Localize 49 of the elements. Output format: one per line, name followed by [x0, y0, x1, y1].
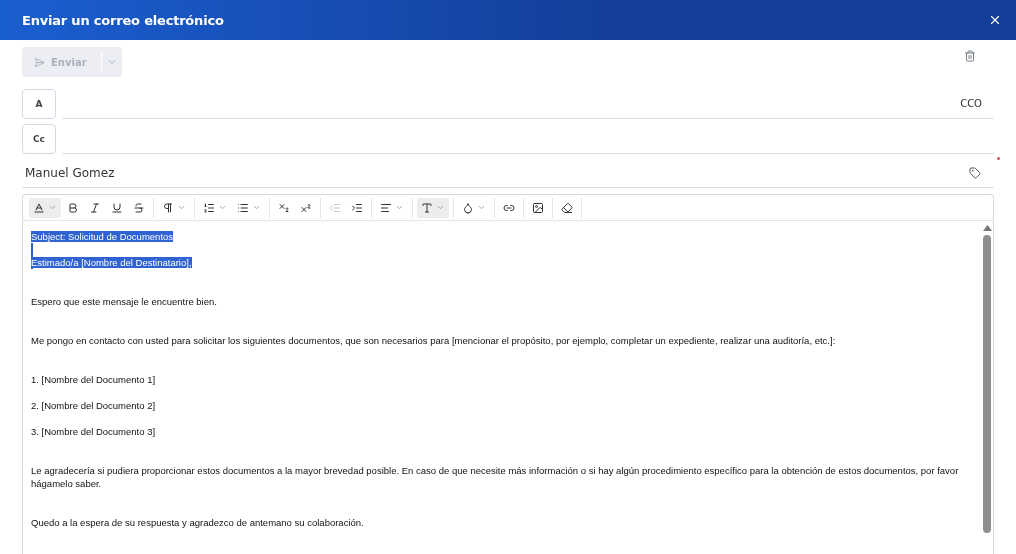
caret-icon: [48, 203, 57, 212]
caret-icon: [436, 203, 445, 212]
bold-icon: [67, 201, 79, 214]
strikethrough-icon: [133, 201, 145, 214]
scroll-up-icon[interactable]: [982, 225, 992, 231]
unordered-list-icon: [237, 201, 249, 214]
send-icon: [34, 56, 45, 68]
text-size-button[interactable]: [417, 197, 449, 218]
body-paragraph: Le agradecería si pudiera proporcionar estos documentos a la mayor brevedad posible. En caso de que necesite más información o si hay algún procedimiento específico para la obtención de estos documentos, por favor hágamelo saber.: [31, 464, 960, 490]
bcc-link[interactable]: CCO: [960, 98, 994, 109]
text-size-icon: [421, 201, 433, 214]
body-paragraph: 3. [Nombre del Documento 3]: [31, 425, 157, 438]
indent-icon: [351, 201, 363, 214]
eraser-icon: [561, 201, 573, 214]
window-title: Enviar un correo electrónico: [22, 12, 224, 28]
recipient-button[interactable]: A: [22, 89, 56, 119]
image-icon: [532, 201, 544, 214]
superscript-icon: [300, 201, 312, 214]
tag-icon: [969, 167, 981, 179]
caret-icon: [252, 203, 261, 212]
body-paragraph: 1. [Nombre del Documento 1]: [31, 373, 157, 386]
underline-icon: [111, 201, 123, 214]
font-color-icon: [33, 201, 45, 214]
delete-button[interactable]: [964, 50, 976, 62]
ordered-list-icon: [203, 201, 215, 214]
caret-icon: [218, 203, 227, 212]
paragraph-icon: [162, 201, 174, 214]
body-paragraph: Me pongo en contacto con usted para solicitar los siguientes documentos, que son necesarios para [mencionar el propósito, por ejemplo, completar un expediente, realizar una auditoría, etc.]:: [31, 334, 837, 347]
subject-field[interactable]: Manuel Gomez: [22, 166, 969, 180]
body-paragraph: Quedo a la espera de su respuesta y agradezco de antemano su colaboración.: [31, 516, 365, 529]
body-paragraph: Subject: Solicitud de Documentos: [31, 230, 175, 243]
close-icon: [988, 13, 1002, 27]
recipient-button[interactable]: Cc: [22, 124, 56, 154]
body-paragraph: Espero que este mensaje le encuentre bien.: [31, 295, 218, 308]
caret-icon: [395, 203, 404, 212]
close-button[interactable]: [988, 13, 1002, 27]
subscript-icon: [278, 201, 290, 214]
trash-icon: [964, 50, 976, 62]
body-paragraph: 2. [Nombre del Documento 2]: [31, 399, 157, 412]
fill-color-icon: [462, 201, 474, 214]
italic-icon: [89, 201, 101, 214]
caret-icon: [177, 203, 186, 212]
body-paragraph: Estimado/a [Nombre del Destinatario],: [31, 256, 193, 269]
scroll-thumb[interactable]: [983, 235, 991, 533]
align-icon: [380, 201, 392, 214]
caret-icon: [477, 203, 486, 212]
recipient-field[interactable]: CCO: [62, 89, 994, 119]
font-color-button[interactable]: [29, 197, 61, 218]
outdent-icon: [329, 201, 341, 214]
